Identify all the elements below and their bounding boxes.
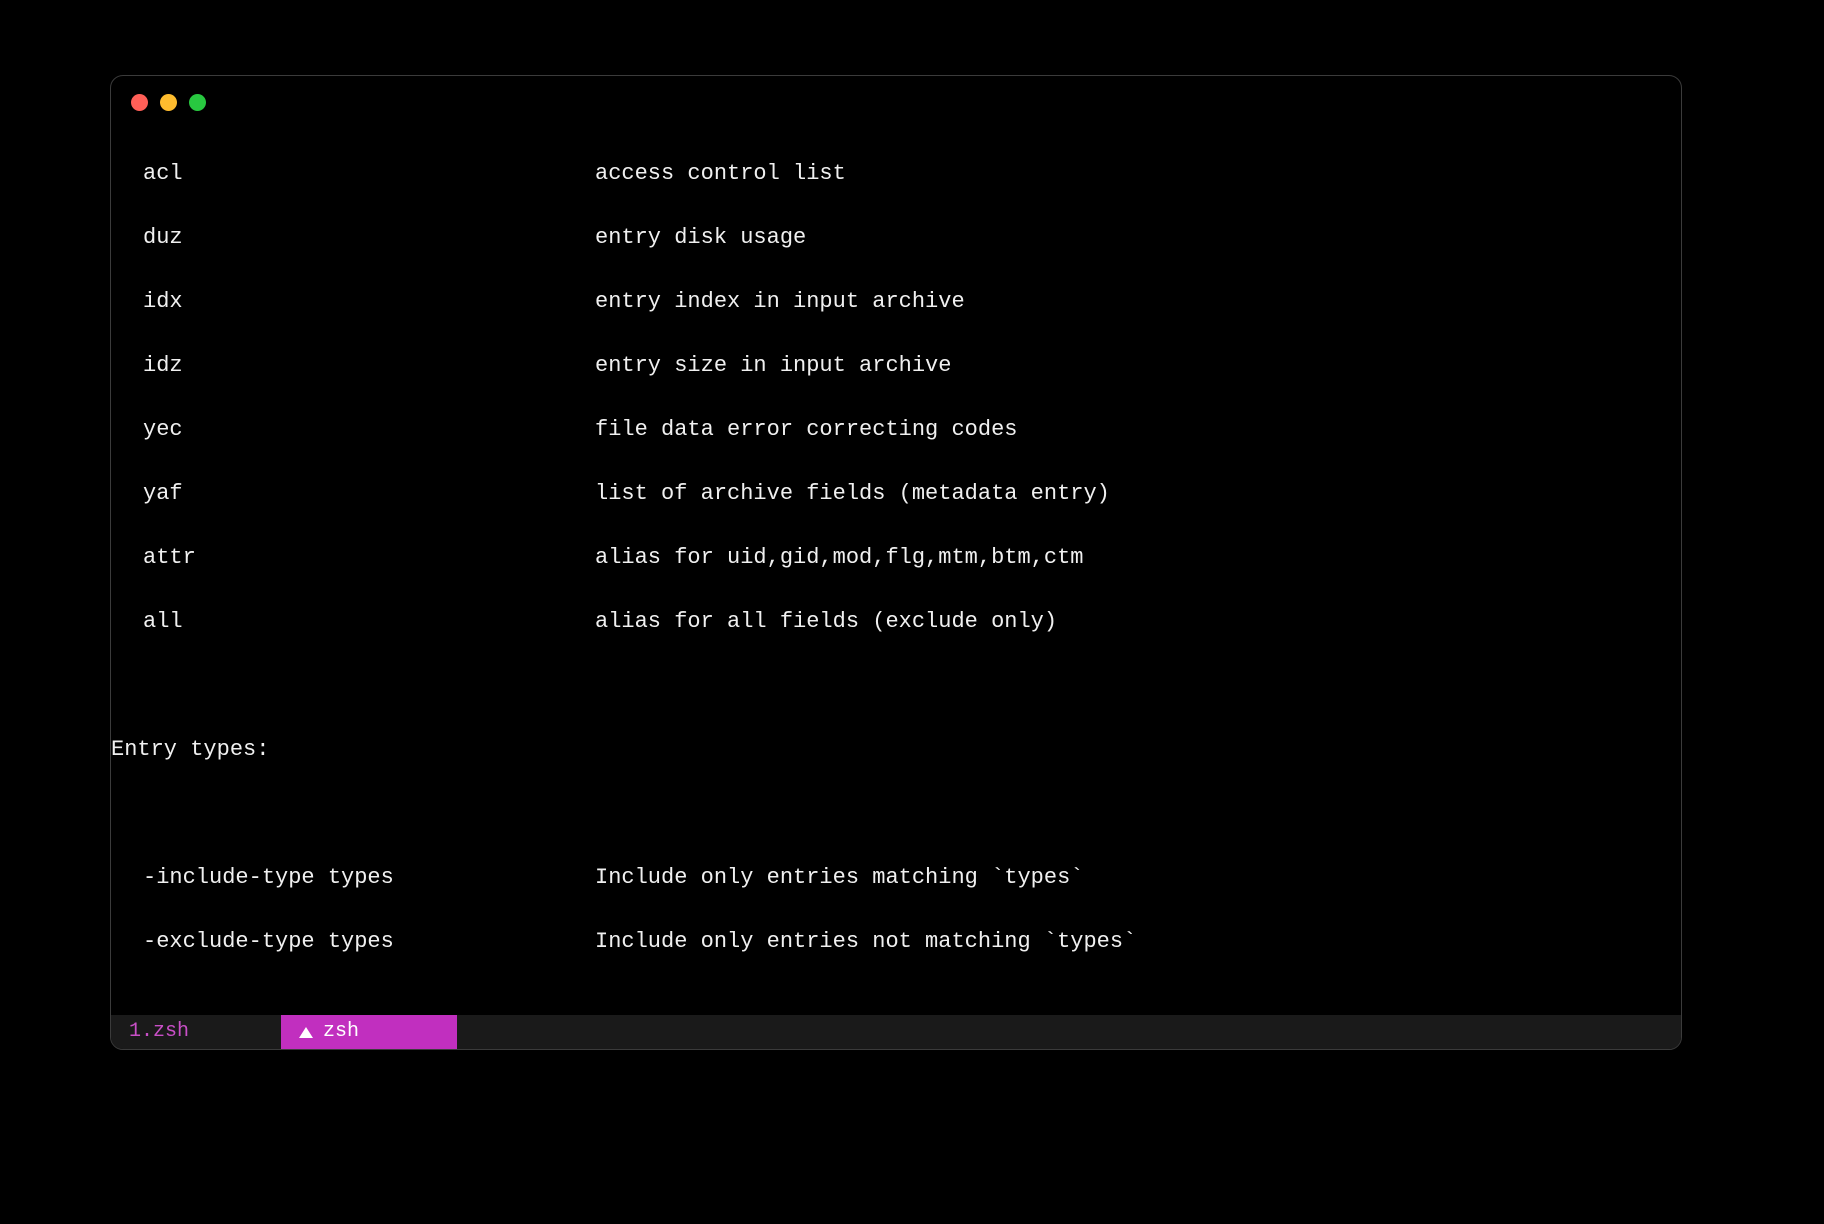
zoom-icon[interactable] [189, 94, 206, 111]
close-icon[interactable] [131, 94, 148, 111]
window-traffic-lights [131, 94, 206, 111]
field-desc: file data error correcting codes [595, 417, 1017, 442]
field-desc: entry disk usage [595, 225, 806, 250]
tab-label: 1.zsh [129, 1016, 189, 1048]
field-desc: entry index in input archive [595, 289, 965, 314]
field-key: attr [143, 542, 595, 574]
field-desc: alias for all fields (exclude only) [595, 609, 1057, 634]
tab-label: zsh [323, 1016, 359, 1048]
option-desc: Include only entries not matching `types… [595, 929, 1136, 954]
tab-zsh-1[interactable]: 1.zsh [111, 1015, 281, 1049]
minimize-icon[interactable] [160, 94, 177, 111]
option-desc: Include only entries matching `types` [595, 865, 1083, 890]
field-key: yec [143, 414, 595, 446]
field-key: duz [143, 222, 595, 254]
field-desc: list of archive fields (metadata entry) [595, 481, 1110, 506]
terminal-output[interactable]: aclaccess control list duzentry disk usa… [111, 126, 1681, 1013]
terminal-tabbar: 1.zsh zsh [111, 1015, 1681, 1049]
field-key: yaf [143, 478, 595, 510]
active-indicator-icon [299, 1027, 313, 1038]
field-desc: alias for uid,gid,mod,flg,mtm,btm,ctm [595, 545, 1083, 570]
terminal-window: aclaccess control list duzentry disk usa… [110, 75, 1682, 1050]
option-key: -exclude-type types [143, 926, 595, 958]
field-key: all [143, 606, 595, 638]
option-key: -include-type types [143, 862, 595, 894]
field-key: acl [143, 158, 595, 190]
field-desc: entry size in input archive [595, 353, 951, 378]
field-key: idx [143, 286, 595, 318]
section-heading: Entry types: [111, 737, 269, 762]
tab-zsh-active[interactable]: zsh [281, 1015, 457, 1049]
field-desc: access control list [595, 161, 846, 186]
field-key: idz [143, 350, 595, 382]
